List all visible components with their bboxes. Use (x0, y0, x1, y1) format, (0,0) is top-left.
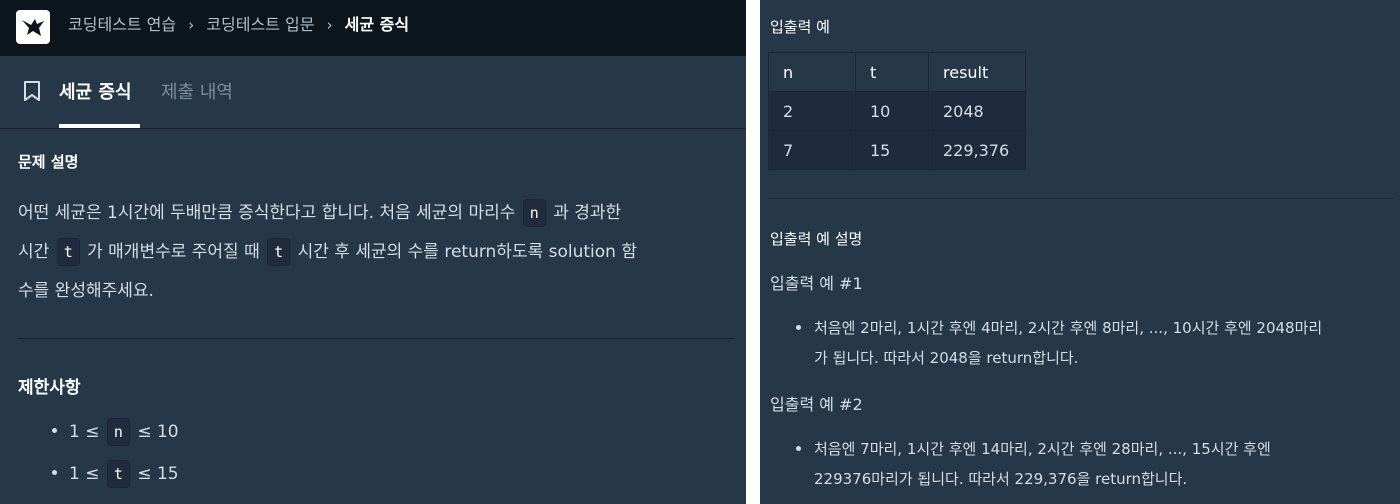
section-divider (768, 198, 1394, 199)
column-header: t (855, 52, 929, 92)
section-divider (18, 338, 734, 339)
section-heading: 문제 설명 (18, 153, 79, 171)
chevron-right-icon: › (188, 16, 195, 34)
case-title: 입출력 예 #1 (770, 274, 863, 293)
top-navigation-bar: 코딩테스트 연습 › 코딩테스트 입문 › 세균 증식 (0, 0, 746, 56)
table-header-row: n t result (768, 52, 1026, 92)
column-header: n (768, 52, 856, 92)
problem-description: 어떤 세균은 1시간에 두배만큼 증식한다고 합니다. 처음 세균의 마리수 n… (18, 194, 738, 311)
inline-code: t (56, 238, 80, 266)
constraint-item: 1 ≤ t ≤ 15 (52, 459, 179, 489)
text: 가 됩니다. 따라서 2048을 return합니다. (814, 349, 1079, 367)
table-row: 7 15 229,376 (768, 130, 1026, 170)
constraint-item: 1 ≤ n ≤ 10 (52, 417, 179, 447)
text: 과 경과한 (553, 203, 622, 223)
io-explanation-heading: 입출력 예 설명 (770, 230, 863, 248)
table-cell: 7 (768, 130, 856, 170)
breadcrumb: 코딩테스트 연습 › 코딩테스트 입문 › 세균 증식 (68, 14, 409, 36)
text: ≤ 15 (137, 464, 179, 484)
text: 어떤 세균은 1시간에 두배만큼 증식한다고 합니다. 처음 세균의 마리수 (18, 203, 516, 223)
breadcrumb-item[interactable]: 코딩테스트 입문 (206, 15, 314, 34)
text: 1 ≤ (69, 422, 100, 442)
inline-code: n (106, 418, 130, 446)
table-row: 2 10 2048 (768, 91, 1026, 131)
table-cell: 15 (855, 130, 929, 170)
active-tab-indicator (59, 124, 140, 128)
problem-panel: 코딩테스트 연습 › 코딩테스트 입문 › 세균 증식 세균 증식 제출 내역 … (0, 0, 746, 504)
constraints-heading: 제한사항 (18, 378, 81, 398)
text: ≤ 10 (137, 422, 179, 442)
text: 1 ≤ (69, 464, 100, 484)
text: 가 매개변수로 주어질 때 (87, 242, 260, 262)
list-item: 처음엔 7마리, 1시간 후엔 14마리, 2시간 후엔 28마리, ..., … (796, 434, 1396, 494)
bullet-icon (796, 325, 801, 330)
bullet-icon (796, 446, 801, 451)
text: 시간 후 세균의 수를 return하도록 solution 함 (297, 242, 637, 262)
inline-code: t (106, 460, 130, 488)
chevron-right-icon: › (326, 16, 333, 34)
text: 시간 (18, 242, 50, 262)
text: 229376마리가 됩니다. 따라서 229,376을 return합니다. (814, 470, 1188, 488)
tab-bar: 세균 증식 제출 내역 (0, 56, 746, 129)
text: 처음엔 2마리, 1시간 후엔 4마리, 2시간 후엔 8마리, ..., 10… (814, 319, 1323, 337)
table-cell: 10 (855, 91, 929, 131)
text: 처음엔 7마리, 1시간 후엔 14마리, 2시간 후엔 28마리, ..., … (814, 440, 1271, 458)
breadcrumb-item[interactable]: 코딩테스트 연습 (68, 15, 176, 34)
column-header: result (928, 52, 1026, 92)
text: 수를 완성해주세요. (18, 281, 154, 301)
table-cell: 229,376 (928, 130, 1026, 170)
io-example-table: n t result 2 10 2048 7 15 229,376 (768, 52, 1026, 170)
table-cell: 2 (768, 91, 856, 131)
bullet-icon (52, 427, 57, 433)
table-cell: 2048 (928, 91, 1026, 131)
bullet-icon (52, 469, 57, 475)
tab-submissions[interactable]: 제출 내역 (161, 78, 233, 104)
tab-problem[interactable]: 세균 증식 (59, 78, 132, 104)
breadcrumb-current: 세균 증식 (344, 15, 410, 34)
examples-panel: 입출력 예 n t result 2 10 2048 7 15 229,376 … (760, 0, 1400, 504)
inline-code: t (267, 238, 291, 266)
inline-code: n (522, 199, 546, 227)
bookmark-icon[interactable] (22, 80, 42, 102)
io-example-heading: 입출력 예 (770, 18, 830, 36)
programmers-logo-icon[interactable] (16, 10, 50, 44)
list-item: 처음엔 2마리, 1시간 후엔 4마리, 2시간 후엔 8마리, ..., 10… (796, 313, 1396, 373)
case-title: 입출력 예 #2 (770, 395, 863, 414)
